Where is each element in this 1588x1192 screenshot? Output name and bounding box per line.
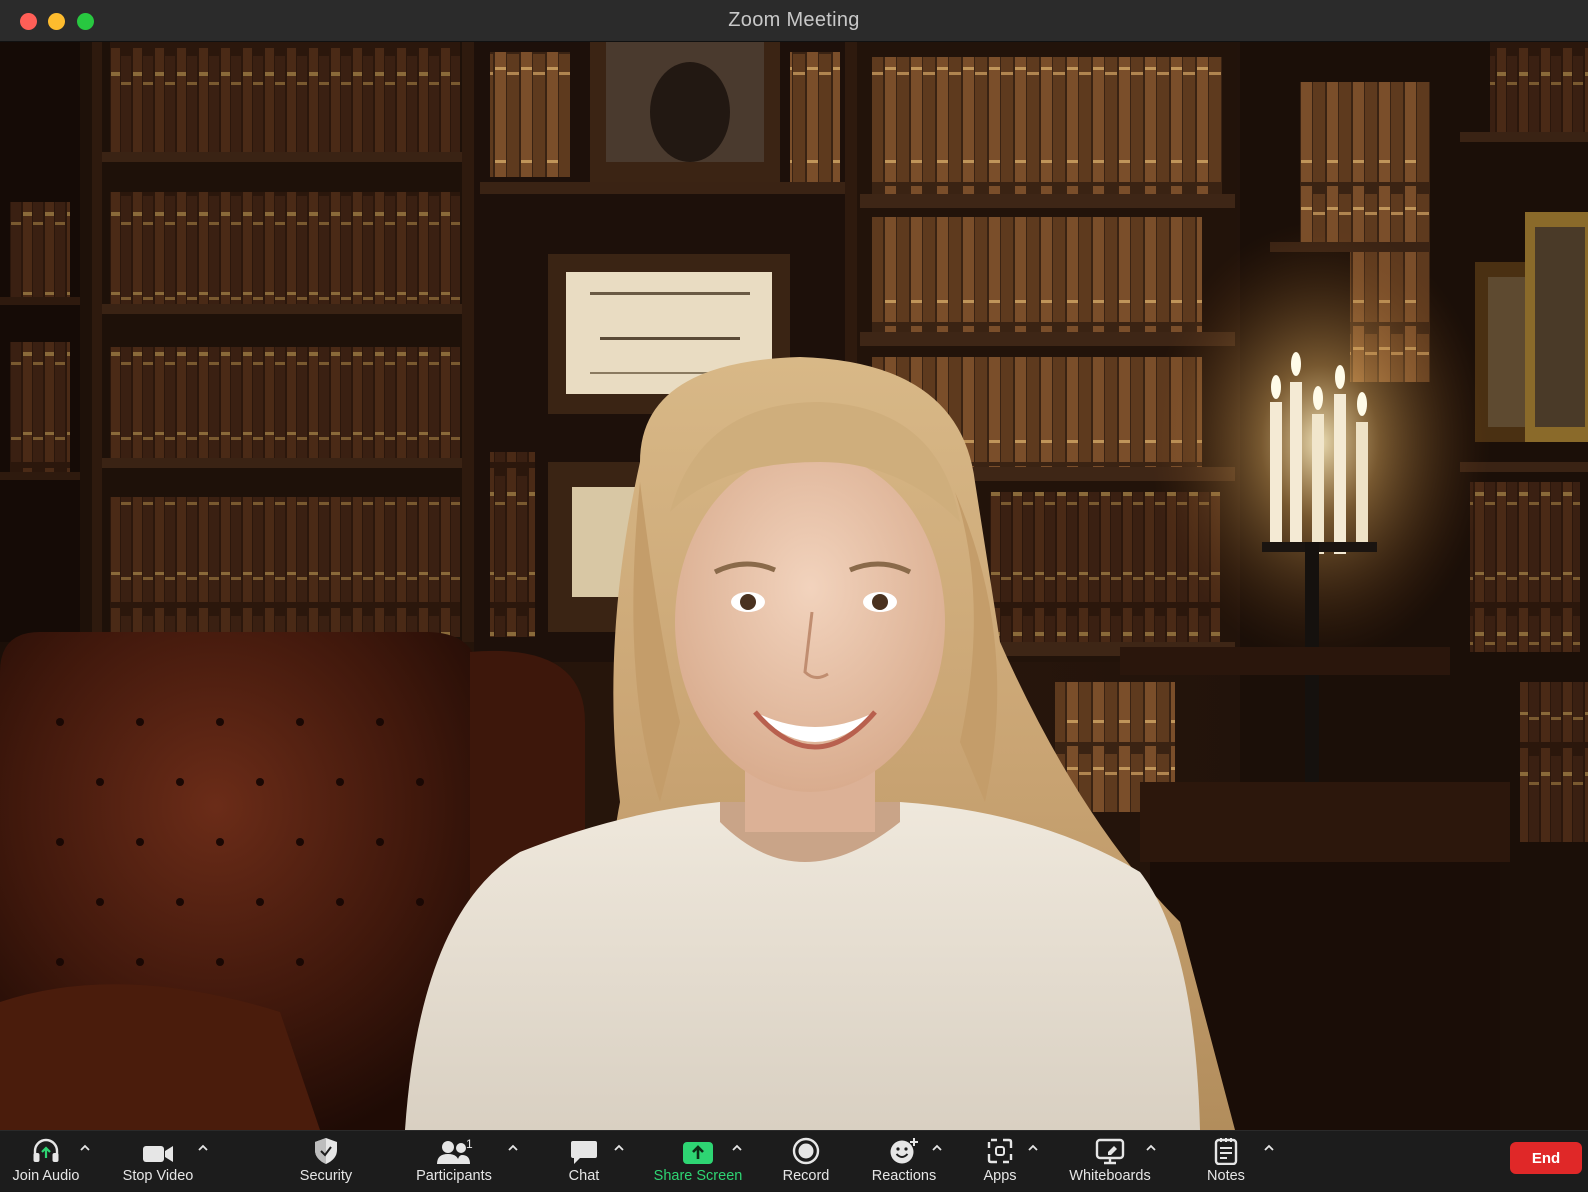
notes-label: Notes [1207,1168,1245,1184]
title-bar: Zoom Meeting [0,0,1588,42]
shield-icon [314,1131,338,1165]
video-camera-icon [142,1131,174,1165]
stop-video-button[interactable]: Stop Video [116,1131,200,1192]
apps-icon [986,1131,1014,1165]
chat-button[interactable]: Chat [556,1131,612,1192]
participants-button[interactable]: 1 Participants [406,1131,502,1192]
end-meeting-button[interactable]: End [1510,1142,1582,1174]
apps-label: Apps [983,1168,1017,1184]
share-screen-label: Share Screen [653,1168,743,1184]
notes-icon [1214,1131,1238,1165]
share-arrow-icon [682,1131,714,1165]
video-options-caret[interactable] [196,1141,210,1155]
reactions-options-caret[interactable] [930,1141,944,1155]
notes-options-caret[interactable] [1262,1141,1276,1155]
meeting-toolbar: Join Audio Stop Video Security 1 Partici… [0,1130,1588,1191]
side-table-top [1120,647,1450,675]
join-audio-button[interactable]: Join Audio [8,1131,84,1192]
audio-options-caret[interactable] [78,1141,92,1155]
stop-video-label: Stop Video [122,1168,194,1184]
security-label: Security [299,1168,353,1184]
virtual-background-library [0,42,1588,1130]
record-label: Record [782,1168,830,1184]
headphones-icon [31,1131,61,1165]
chat-bubble-icon [570,1131,598,1165]
window-title: Zoom Meeting [728,9,860,31]
chat-options-caret[interactable] [612,1141,626,1155]
whiteboards-label: Whiteboards [1069,1168,1151,1184]
whiteboard-icon [1095,1131,1125,1165]
notes-button[interactable]: Notes [1198,1131,1254,1192]
smiley-plus-icon [889,1131,919,1165]
participants-label: Participants [416,1168,492,1184]
apps-options-caret[interactable] [1026,1141,1040,1155]
chat-label: Chat [568,1168,600,1184]
participant-video [0,42,1588,1130]
desk [1140,782,1510,862]
reactions-label: Reactions [871,1168,937,1184]
share-options-caret[interactable] [730,1141,744,1155]
join-audio-label: Join Audio [12,1168,80,1184]
security-button[interactable]: Security [290,1131,362,1192]
participants-count: 1 [466,1137,473,1151]
record-icon [792,1131,820,1165]
apps-button[interactable]: Apps [972,1131,1028,1192]
whiteboards-options-caret[interactable] [1144,1141,1158,1155]
bookcase-left [0,42,474,642]
record-button[interactable]: Record [772,1131,840,1192]
participants-options-caret[interactable] [506,1141,520,1155]
